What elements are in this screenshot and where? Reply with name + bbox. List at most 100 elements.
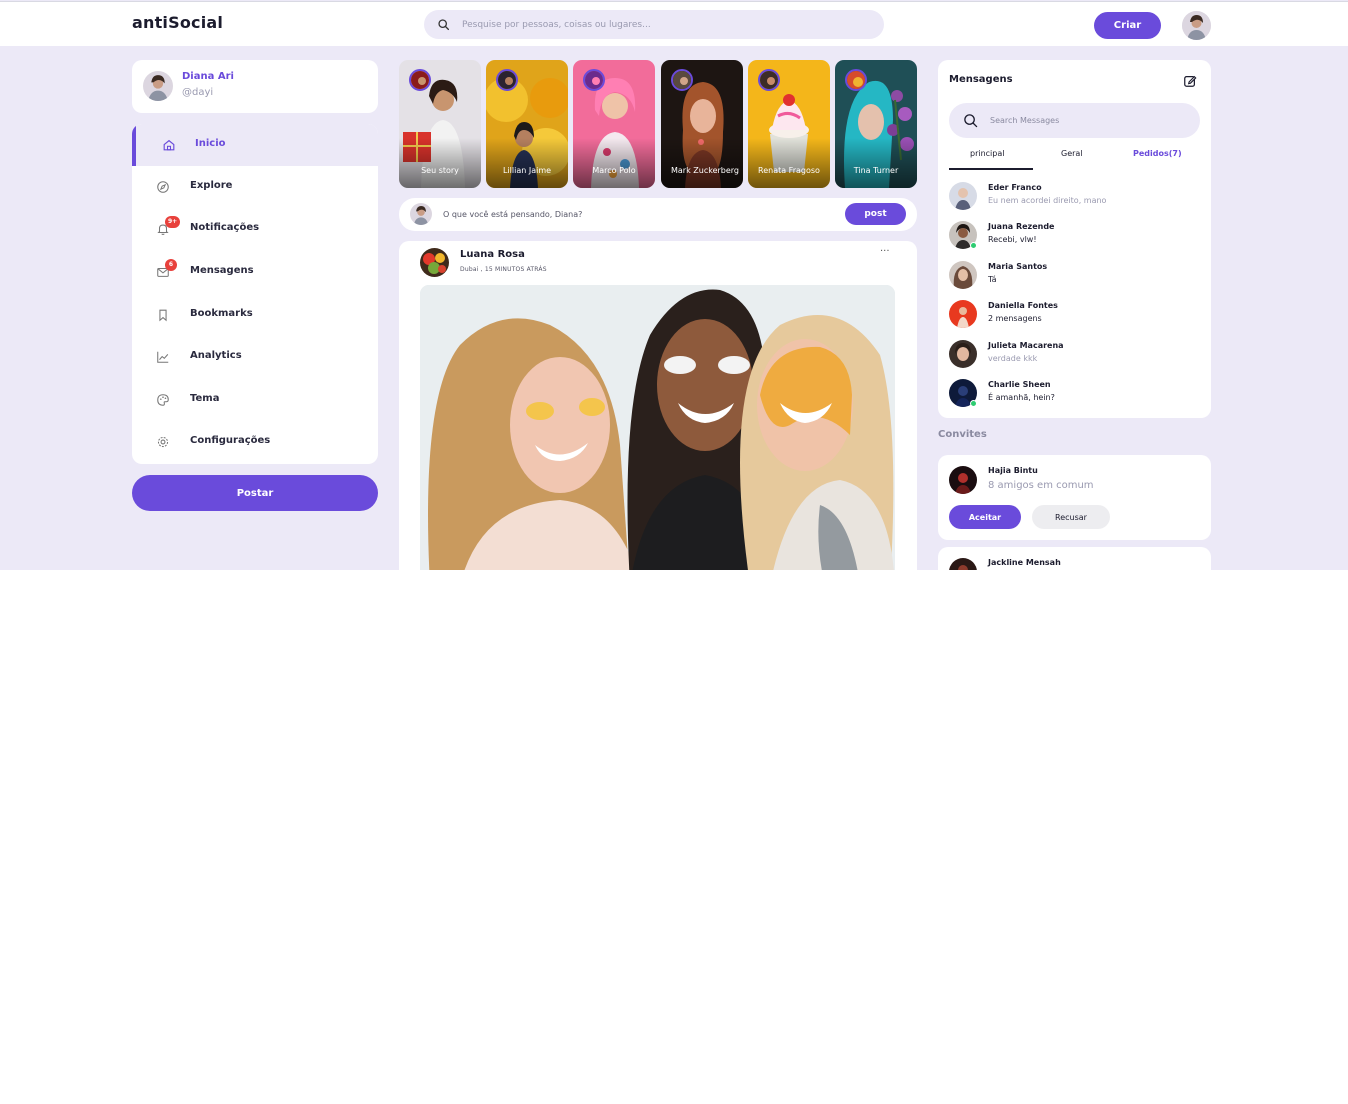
story-name: Mark Zuckerberg xyxy=(671,166,740,175)
sidebar-item-label: Analytics xyxy=(190,350,242,361)
post-image xyxy=(420,285,895,570)
message-preview: É amanhã, hein? xyxy=(988,393,1055,402)
profile-name: Diana Ari xyxy=(182,71,234,82)
message-avatar xyxy=(949,340,977,368)
message-item[interactable]: Juana Rezende Recebi, vlw! xyxy=(938,219,1211,257)
post-composer: post xyxy=(399,198,917,231)
story-avatar xyxy=(583,69,605,91)
story-card[interactable]: Lillian Jaime xyxy=(486,60,568,188)
sidebar-item-bookmarks[interactable]: Bookmarks xyxy=(132,294,378,336)
sidebar-item-mensagens[interactable]: 6 Mensagens xyxy=(132,251,378,293)
palette-icon xyxy=(157,394,169,406)
invite-avatar xyxy=(949,558,977,570)
sidebar-item-configuracoes[interactable]: Configurações xyxy=(132,421,378,463)
sidebar-item-label: Notificações xyxy=(190,222,260,233)
post-author-name[interactable]: Luana Rosa xyxy=(460,249,525,260)
profile-handle: @dayi xyxy=(182,87,214,98)
tab-pedidos[interactable]: Pedidos(7) xyxy=(1133,149,1182,158)
app-viewport: antiSocial Criar Diana Ari @dayi Inicio … xyxy=(0,0,1348,570)
global-search[interactable] xyxy=(424,10,884,39)
sidebar-item-label: Bookmarks xyxy=(190,308,253,319)
story-avatar xyxy=(671,69,693,91)
story-name: Lillian Jaime xyxy=(502,166,552,175)
story-name: Renata Fragoso xyxy=(758,166,820,175)
story-card[interactable]: Tina Turner xyxy=(835,60,917,188)
online-indicator xyxy=(970,242,977,249)
global-search-input[interactable] xyxy=(462,10,862,39)
story-card[interactable]: Renata Fragoso xyxy=(748,60,830,188)
messages-title: Mensagens xyxy=(949,74,1013,85)
sidebar-item-label: Explore xyxy=(190,180,233,191)
composer-post-button[interactable]: post xyxy=(845,203,906,225)
tab-geral[interactable]: Geral xyxy=(1061,149,1083,158)
post-button[interactable]: Postar xyxy=(132,475,378,511)
message-sender: Charlie Sheen xyxy=(988,380,1051,389)
story-avatar xyxy=(496,69,518,91)
profile-avatar xyxy=(143,71,173,101)
feed-post: Luana Rosa Dubai , 15 MINUTOS ATRÁS ··· xyxy=(399,241,917,570)
tab-principal[interactable]: principal xyxy=(970,149,1004,158)
sidebar-item-explore[interactable]: Explore xyxy=(132,166,378,208)
story-name: Marco Polo xyxy=(592,166,636,175)
message-sender: Maria Santos xyxy=(988,262,1048,271)
search-icon xyxy=(438,19,450,31)
message-item[interactable]: Maria Santos Tá xyxy=(938,259,1211,297)
sidebar-item-label: Tema xyxy=(190,393,220,404)
app-logo[interactable]: antiSocial xyxy=(132,13,223,32)
notification-count-badge: 9+ xyxy=(165,216,181,228)
message-avatar xyxy=(949,182,977,210)
invites-title: Convites xyxy=(938,429,987,440)
message-preview: Eu nem acordei direito, mano xyxy=(988,196,1107,205)
invite-name[interactable]: Hajia Bintu xyxy=(988,466,1038,475)
top-navbar: antiSocial Criar xyxy=(0,1,1348,46)
invite-name[interactable]: Jackline Mensah xyxy=(988,558,1061,567)
create-button[interactable]: Criar xyxy=(1094,12,1161,39)
story-card[interactable]: Mark Zuckerberg xyxy=(661,60,743,188)
messages-search-input[interactable] xyxy=(990,103,1190,138)
sidebar-menu: Inicio Explore 9+ Notificações 6 Mensage… xyxy=(132,124,378,464)
mutual-friends: 8 amigos em comum xyxy=(988,480,1094,491)
message-avatar xyxy=(949,300,977,328)
message-item[interactable]: Charlie Sheen É amanhã, hein? xyxy=(938,377,1211,415)
messages-search[interactable] xyxy=(949,103,1200,138)
message-sender: Eder Franco xyxy=(988,183,1042,192)
message-sender: Daniella Fontes xyxy=(988,301,1058,310)
message-preview: 2 mensagens xyxy=(988,314,1042,323)
post-author-avatar[interactable] xyxy=(420,248,449,277)
message-preview: Recebi, vlw! xyxy=(988,235,1037,244)
message-preview: Tá xyxy=(988,275,997,284)
story-avatar xyxy=(845,69,867,91)
gear-icon xyxy=(157,436,169,448)
post-meta: Dubai , 15 MINUTOS ATRÁS xyxy=(460,266,547,273)
message-item[interactable]: Eder Franco Eu nem acordei direito, mano xyxy=(938,180,1211,218)
story-card[interactable]: Marco Polo xyxy=(573,60,655,188)
bookmark-icon xyxy=(159,309,167,322)
accept-button[interactable]: Aceitar xyxy=(949,505,1021,529)
edit-icon[interactable] xyxy=(1183,74,1197,88)
sidebar-item-label: Configurações xyxy=(190,435,271,446)
invite-card: Jackline Mensah xyxy=(938,547,1211,570)
user-avatar[interactable] xyxy=(1182,11,1211,40)
message-avatar xyxy=(949,261,977,289)
more-options-icon[interactable]: ··· xyxy=(880,246,890,257)
decline-button[interactable]: Recusar xyxy=(1032,505,1110,529)
composer-avatar xyxy=(410,203,432,225)
sidebar-item-notificacoes[interactable]: 9+ Notificações xyxy=(132,208,378,250)
sidebar-item-label: Mensagens xyxy=(190,265,254,276)
composer-input[interactable] xyxy=(443,198,823,231)
message-item[interactable]: Daniella Fontes 2 mensagens xyxy=(938,298,1211,336)
sidebar-item-analytics[interactable]: Analytics xyxy=(132,336,378,378)
story-avatar xyxy=(758,69,780,91)
home-icon xyxy=(163,139,175,151)
sidebar-item-inicio[interactable]: Inicio xyxy=(132,124,378,166)
message-sender: Juana Rezende xyxy=(988,222,1055,231)
message-item[interactable]: Julieta Macarena verdade kkk xyxy=(938,338,1211,376)
story-avatar xyxy=(409,69,431,91)
sidebar-item-tema[interactable]: Tema xyxy=(132,379,378,421)
invite-card: Hajia Bintu 8 amigos em comum Aceitar Re… xyxy=(938,455,1211,540)
invite-avatar xyxy=(949,466,977,494)
story-name: Seu story xyxy=(421,166,459,175)
profile-card[interactable]: Diana Ari @dayi xyxy=(132,60,378,113)
message-preview: verdade kkk xyxy=(988,354,1038,363)
story-card[interactable]: Seu story xyxy=(399,60,481,188)
